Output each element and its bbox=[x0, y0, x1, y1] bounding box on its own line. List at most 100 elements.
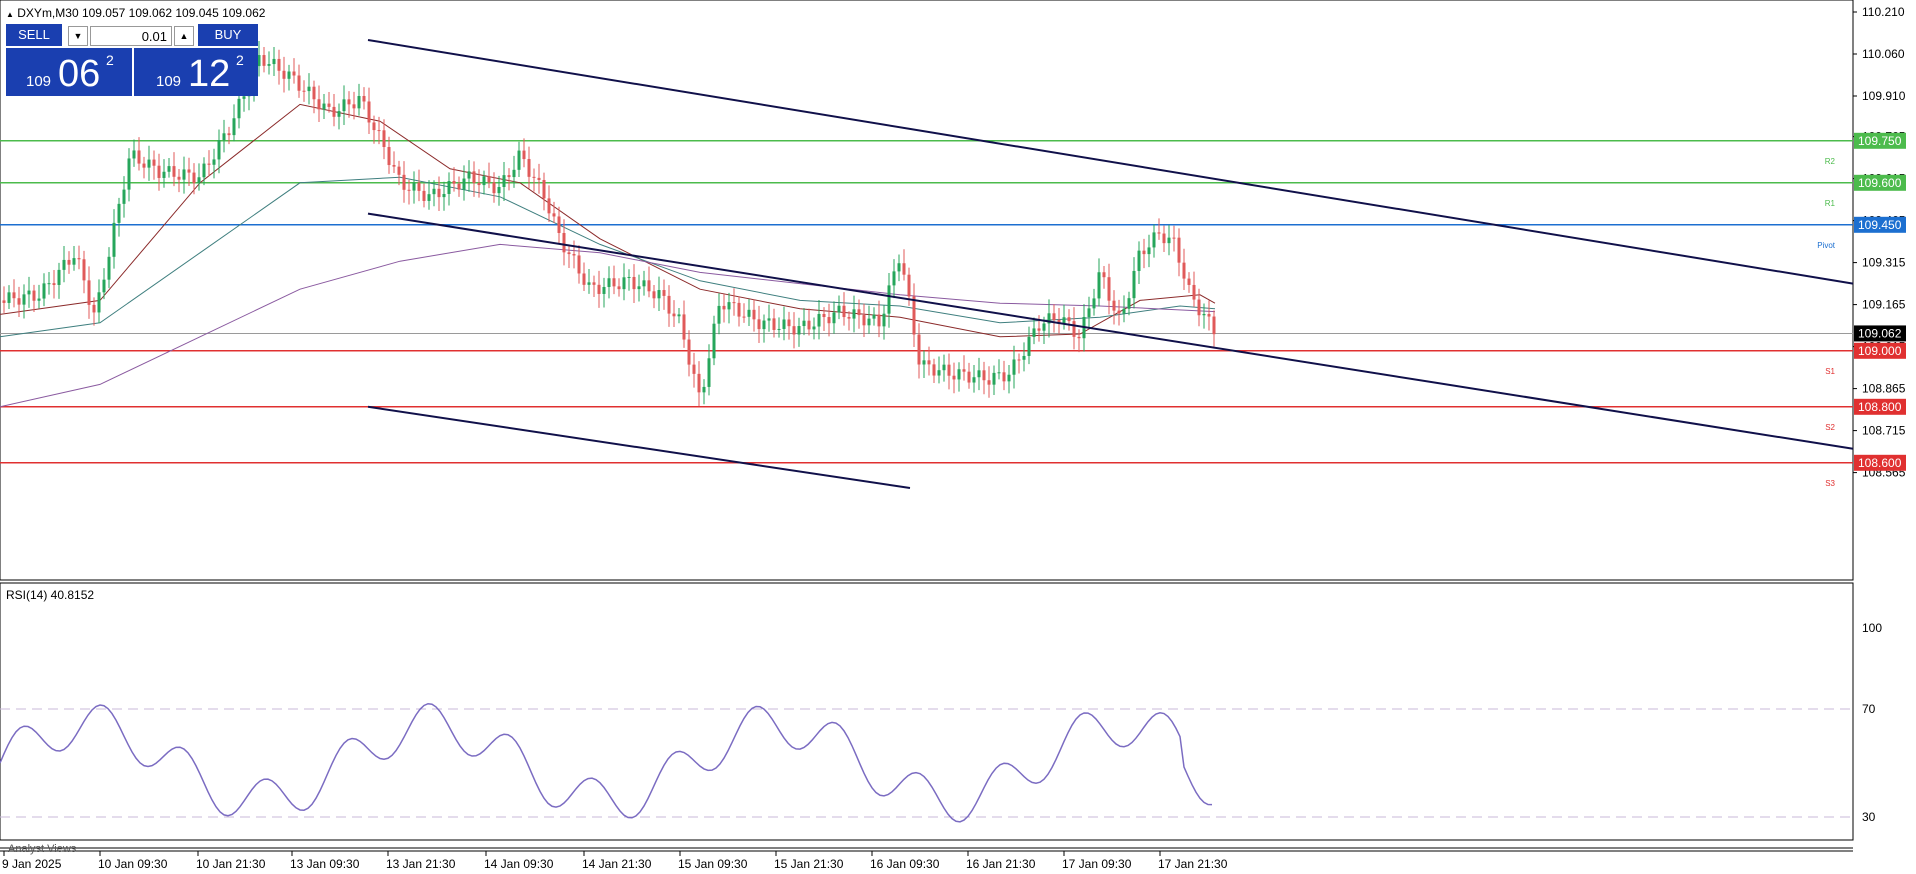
candle-body bbox=[702, 386, 706, 393]
candle-body bbox=[572, 254, 576, 256]
candle-body bbox=[532, 176, 536, 178]
candle bbox=[407, 179, 411, 205]
candle bbox=[1152, 224, 1156, 258]
candle-body bbox=[302, 90, 306, 92]
candle bbox=[37, 284, 41, 309]
candle bbox=[1007, 364, 1011, 394]
sell-price-box[interactable]: 109 06 2 bbox=[6, 48, 132, 96]
candle bbox=[67, 251, 71, 274]
candle-body bbox=[692, 364, 696, 374]
candle-body bbox=[122, 189, 126, 204]
candle-body bbox=[42, 283, 46, 299]
candle bbox=[647, 266, 651, 298]
candle bbox=[332, 93, 336, 127]
candle-body bbox=[1002, 372, 1006, 382]
candle-body bbox=[242, 96, 246, 99]
candle-body bbox=[112, 222, 116, 257]
candle bbox=[602, 277, 606, 308]
lot-decrease-button[interactable]: ▼ bbox=[68, 26, 88, 46]
candle-body bbox=[627, 276, 631, 278]
candle bbox=[32, 284, 36, 313]
price-tick-label: 108.715 bbox=[1862, 424, 1906, 438]
chart-canvas[interactable]: 110.210110.060109.910109.765109.615109.4… bbox=[0, 0, 1916, 874]
buy-price-prefix: 109 bbox=[156, 73, 182, 90]
candle-body bbox=[407, 189, 411, 191]
candle bbox=[142, 156, 146, 179]
candle bbox=[757, 305, 761, 344]
candle bbox=[277, 49, 281, 85]
candle-body bbox=[917, 334, 921, 365]
level-label-s2: S2 bbox=[1825, 423, 1835, 432]
candle-body bbox=[377, 130, 381, 132]
candle-body bbox=[187, 169, 191, 173]
sell-button[interactable]: SELL bbox=[6, 24, 62, 46]
candle bbox=[402, 161, 406, 203]
candle-body bbox=[367, 101, 371, 123]
candle bbox=[487, 162, 491, 189]
candle bbox=[642, 270, 646, 296]
candle-body bbox=[422, 190, 426, 201]
candle bbox=[587, 269, 591, 294]
candle bbox=[1117, 299, 1121, 326]
candle bbox=[322, 93, 326, 120]
triangle-up-icon[interactable]: ▲ bbox=[6, 10, 14, 19]
candle-body bbox=[1172, 237, 1176, 239]
candle-body bbox=[1092, 298, 1096, 309]
candle bbox=[832, 301, 836, 334]
candle bbox=[862, 303, 866, 338]
candle-body bbox=[747, 309, 751, 317]
analyst-views-tab[interactable]: Analyst Views bbox=[8, 843, 76, 855]
candle-body bbox=[762, 320, 766, 330]
candle bbox=[467, 160, 471, 192]
candle-body bbox=[1162, 233, 1166, 244]
candle-body bbox=[517, 150, 521, 170]
lot-increase-button[interactable]: ▲ bbox=[174, 26, 194, 46]
buy-button[interactable]: BUY bbox=[198, 24, 258, 46]
candle bbox=[847, 311, 851, 331]
candle bbox=[912, 283, 916, 348]
rsi-tick-label: 100 bbox=[1862, 621, 1882, 635]
candle-body bbox=[397, 166, 401, 175]
candle-body bbox=[632, 276, 636, 290]
candle-body bbox=[487, 176, 491, 183]
candle-body bbox=[732, 302, 736, 304]
lot-size-input[interactable] bbox=[90, 26, 172, 46]
candle bbox=[852, 295, 856, 333]
candle bbox=[147, 145, 151, 181]
candle bbox=[972, 365, 976, 393]
sell-price-big: 06 bbox=[58, 53, 101, 95]
candle-body bbox=[322, 103, 326, 110]
candle-body bbox=[542, 179, 546, 199]
candle bbox=[232, 104, 236, 142]
level-tag-value: 109.750 bbox=[1858, 134, 1902, 148]
candle-body bbox=[492, 182, 496, 194]
candle bbox=[152, 150, 156, 180]
price-tick-label: 109.315 bbox=[1862, 256, 1906, 270]
candle bbox=[797, 317, 801, 347]
candle bbox=[792, 312, 796, 349]
buy-price-box[interactable]: 109 12 2 bbox=[134, 48, 258, 96]
candle-body bbox=[562, 232, 566, 253]
candle bbox=[307, 73, 311, 105]
candle bbox=[137, 137, 141, 171]
time-tick-label: 9 Jan 2025 bbox=[2, 857, 62, 871]
candle-body bbox=[992, 372, 996, 385]
candle-body bbox=[1112, 300, 1116, 311]
candle-body bbox=[1037, 328, 1041, 331]
candle bbox=[312, 80, 316, 114]
candle-body bbox=[22, 294, 26, 305]
candle bbox=[497, 175, 501, 206]
candle bbox=[327, 91, 331, 113]
candle-body bbox=[142, 163, 146, 168]
candle-body bbox=[447, 181, 451, 194]
candle bbox=[777, 317, 781, 338]
candle-body bbox=[267, 64, 271, 66]
candle-body bbox=[742, 316, 746, 318]
candle bbox=[127, 148, 131, 202]
candle bbox=[1137, 241, 1141, 284]
symbol-ohlc: DXYm,M30 109.057 109.062 109.045 109.062 bbox=[17, 6, 266, 20]
candle-body bbox=[1102, 272, 1106, 278]
level-label-pivot: Pivot bbox=[1817, 241, 1836, 250]
candle-body bbox=[877, 314, 881, 327]
candle-body bbox=[382, 130, 386, 148]
